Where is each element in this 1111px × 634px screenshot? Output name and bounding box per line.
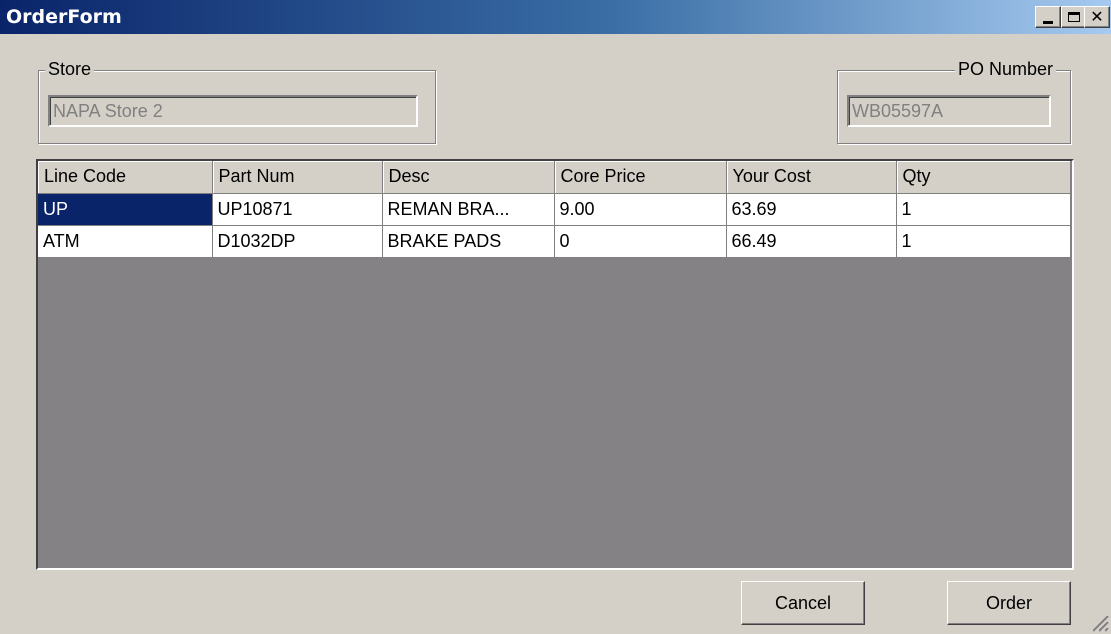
store-group: Store NAPA Store 2 xyxy=(38,59,436,144)
line-code-cell[interactable]: ATM xyxy=(38,225,213,258)
line-code-cell[interactable]: UP xyxy=(38,193,213,226)
maximize-icon xyxy=(1068,12,1080,22)
qty-cell[interactable]: 1 xyxy=(896,193,1071,226)
part-num-cell[interactable]: D1032DP xyxy=(212,225,383,258)
column-header-core-price[interactable]: Core Price xyxy=(554,161,727,194)
store-input[interactable]: NAPA Store 2 xyxy=(48,95,418,127)
po-number-group: PO Number WB05597A xyxy=(837,59,1071,144)
title-bar[interactable]: OrderForm ✕ xyxy=(0,0,1111,34)
column-header-part-num[interactable]: Part Num xyxy=(212,161,383,194)
cancel-button[interactable]: Cancel xyxy=(741,581,865,625)
resize-grip-icon[interactable] xyxy=(1087,610,1109,632)
part-num-cell[interactable]: UP10871 xyxy=(212,193,383,226)
order-button[interactable]: Order xyxy=(947,581,1071,625)
column-header-your-cost[interactable]: Your Cost xyxy=(726,161,897,194)
qty-cell[interactable]: 1 xyxy=(896,225,1071,258)
po-number-input[interactable]: WB05597A xyxy=(847,95,1051,127)
column-header-qty[interactable]: Qty xyxy=(896,161,1071,194)
close-button[interactable]: ✕ xyxy=(1084,6,1110,28)
table-row[interactable]: UP UP10871 REMAN BRA... 9.00 63.69 1 xyxy=(38,193,1071,226)
desc-cell[interactable]: BRAKE PADS xyxy=(382,225,555,258)
window-title: OrderForm xyxy=(6,6,122,28)
table-row[interactable]: ATM D1032DP BRAKE PADS 0 66.49 1 xyxy=(38,225,1071,258)
core-price-cell[interactable]: 9.00 xyxy=(554,193,727,226)
desc-cell[interactable]: REMAN BRA... xyxy=(382,193,555,226)
column-header-line-code[interactable]: Line Code xyxy=(38,161,213,194)
core-price-cell[interactable]: 0 xyxy=(554,225,727,258)
your-cost-cell[interactable]: 66.49 xyxy=(726,225,897,258)
po-number-label: PO Number xyxy=(954,59,1056,80)
minimize-button[interactable] xyxy=(1035,6,1061,28)
close-icon: ✕ xyxy=(1090,7,1104,26)
order-table: Line Code Part Num Desc Core Price Your … xyxy=(38,161,1071,258)
minimize-icon xyxy=(1043,20,1053,24)
order-grid[interactable]: Line Code Part Num Desc Core Price Your … xyxy=(36,159,1074,570)
header-row: Line Code Part Num Desc Core Price Your … xyxy=(38,161,1071,194)
your-cost-cell[interactable]: 63.69 xyxy=(726,193,897,226)
column-header-desc[interactable]: Desc xyxy=(382,161,555,194)
store-label: Store xyxy=(45,59,95,80)
